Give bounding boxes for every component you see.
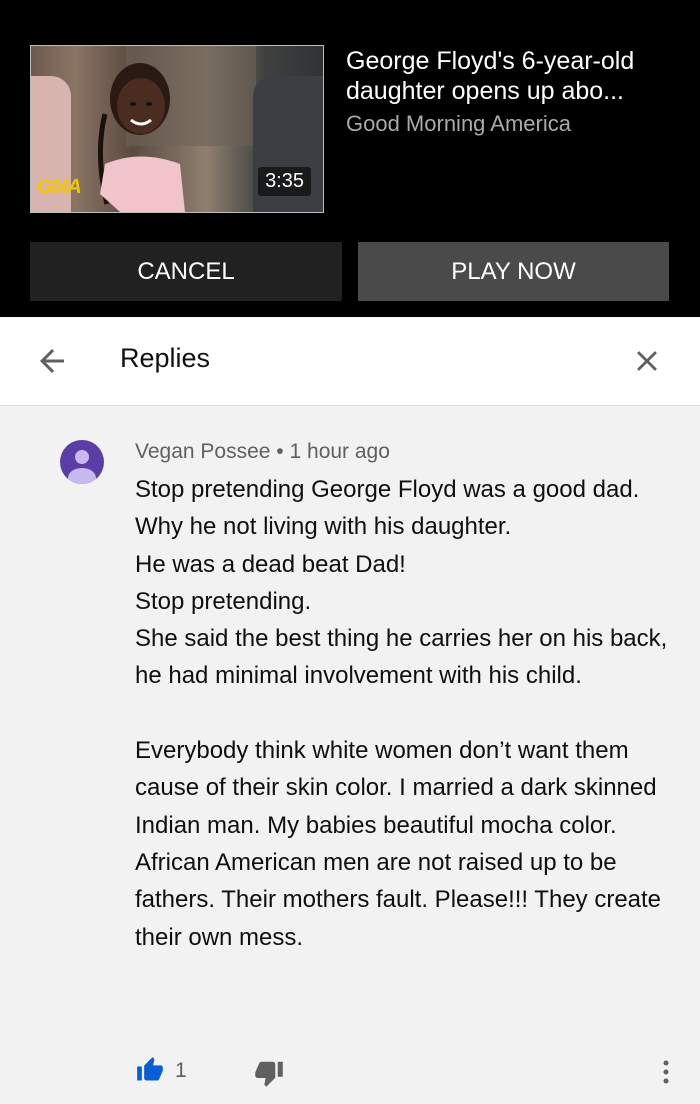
video-title[interactable]: George Floyd's 6-year-old daughter opens…	[346, 46, 676, 106]
cancel-button[interactable]: CANCEL	[30, 242, 342, 301]
replies-header: Replies	[0, 317, 700, 406]
thumbs-down-icon[interactable]	[254, 1058, 284, 1088]
channel-name[interactable]: Good Morning America	[346, 111, 571, 137]
miniplayer-panel: GMA 3:35 George Floyd's 6-year-old daugh…	[0, 0, 700, 317]
video-thumbnail[interactable]: GMA 3:35	[30, 45, 324, 213]
default-user-icon	[68, 450, 96, 484]
close-icon[interactable]	[630, 344, 664, 378]
more-vert-icon[interactable]	[654, 1057, 678, 1087]
page-title: Replies	[120, 343, 211, 373]
avatar[interactable]	[60, 440, 104, 484]
comment-author[interactable]: Vegan Possee	[135, 440, 270, 463]
arrow-back-icon[interactable]	[34, 343, 70, 379]
play-now-button[interactable]: PLAY NOW	[358, 242, 669, 301]
meta-separator: •	[276, 440, 284, 463]
comment-meta: Vegan Possee • 1 hour ago	[135, 440, 390, 464]
comment-text: Stop pretending George Floyd was a good …	[135, 476, 668, 951]
video-duration: 3:35	[258, 167, 311, 196]
gma-logo: GMA	[37, 176, 82, 198]
like-count: 1	[175, 1059, 187, 1082]
comment-time[interactable]: 1 hour ago	[290, 440, 390, 463]
thumbs-up-icon[interactable]	[135, 1056, 165, 1084]
thumbnail-child-figure	[98, 63, 185, 212]
